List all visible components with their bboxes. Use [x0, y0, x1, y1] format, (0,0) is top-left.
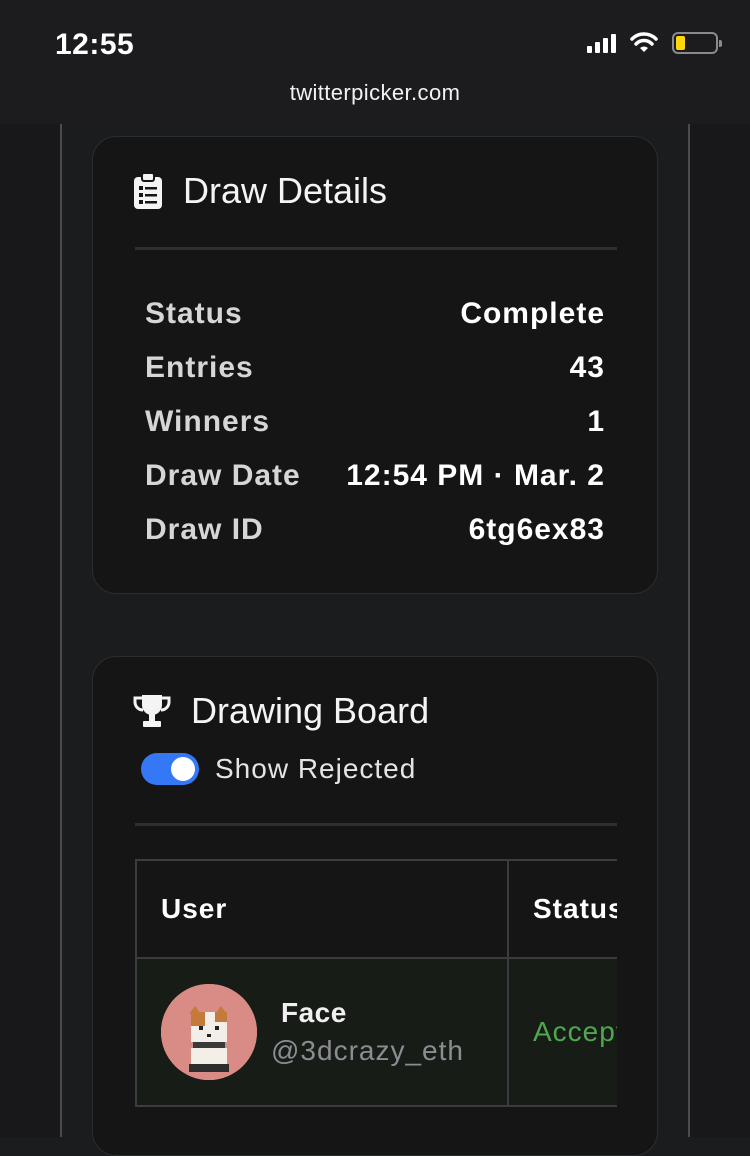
detail-key: Winners — [145, 405, 271, 438]
detail-value: 6tg6ex83 — [468, 513, 605, 546]
user-cell: Face @3dcrazy_eth — [137, 959, 509, 1105]
card-title: Drawing Board — [191, 690, 430, 731]
page: Draw Details Status Complete Entries 43 … — [0, 124, 750, 1156]
column-header-status: Status — [533, 893, 617, 924]
user-info: Face @3dcrazy_eth — [271, 997, 464, 1067]
detail-value: Complete — [460, 297, 605, 330]
detail-row-entries: Entries 43 — [145, 341, 605, 395]
divider — [135, 823, 617, 826]
entries-table: User Status Face @3dcrazy_eth Accep — [135, 859, 617, 1107]
trophy-icon — [133, 695, 171, 727]
detail-value: 43 — [569, 351, 605, 384]
detail-row-status: Status Complete — [145, 287, 605, 341]
toggle-knob — [171, 757, 195, 781]
avatar[interactable] — [161, 984, 257, 1080]
card-title: Draw Details — [183, 170, 388, 211]
toggle-label: Show Rejected — [215, 753, 417, 784]
details-list: Status Complete Entries 43 Winners 1 Dra… — [145, 287, 605, 557]
detail-value: 1 — [587, 405, 605, 438]
detail-key: Status — [145, 297, 243, 330]
draw-details-card: Draw Details Status Complete Entries 43 … — [92, 136, 658, 594]
show-rejected-control[interactable]: Show Rejected — [141, 753, 416, 785]
detail-value: 12:54 PM · Mar. 2 — [346, 459, 605, 492]
detail-key: Draw Date — [145, 459, 301, 492]
detail-key: Draw ID — [145, 513, 264, 546]
status-cell: Accepted — [533, 1016, 617, 1047]
wifi-icon — [630, 32, 658, 52]
show-rejected-toggle[interactable] — [141, 753, 199, 785]
drawing-board-card: Drawing Board Show Rejected User Status — [92, 656, 658, 1156]
url-bar[interactable]: twitterpicker.com — [0, 80, 750, 106]
detail-row-draw-id: Draw ID 6tg6ex83 — [145, 503, 605, 557]
clipboard-icon — [134, 172, 162, 209]
drawing-board-header: Drawing Board — [133, 690, 429, 732]
detail-row-draw-date: Draw Date 12:54 PM · Mar. 2 — [145, 449, 605, 503]
battery-icon — [672, 32, 722, 54]
column-header-user: User — [137, 861, 509, 957]
clock: 12:55 — [55, 28, 135, 61]
signal-icon — [587, 33, 616, 53]
table-header: User Status — [137, 861, 617, 959]
user-name: Face — [281, 997, 347, 1028]
status-bar: 12:55 twitterpicker.com — [0, 0, 750, 124]
user-handle[interactable]: @3dcrazy_eth — [271, 1035, 464, 1067]
detail-key: Entries — [145, 351, 254, 384]
table-row[interactable]: Face @3dcrazy_eth Accepted — [137, 959, 617, 1105]
divider — [135, 247, 617, 250]
system-icons — [587, 32, 722, 54]
detail-row-winners: Winners 1 — [145, 395, 605, 449]
draw-details-header: Draw Details — [133, 170, 387, 212]
